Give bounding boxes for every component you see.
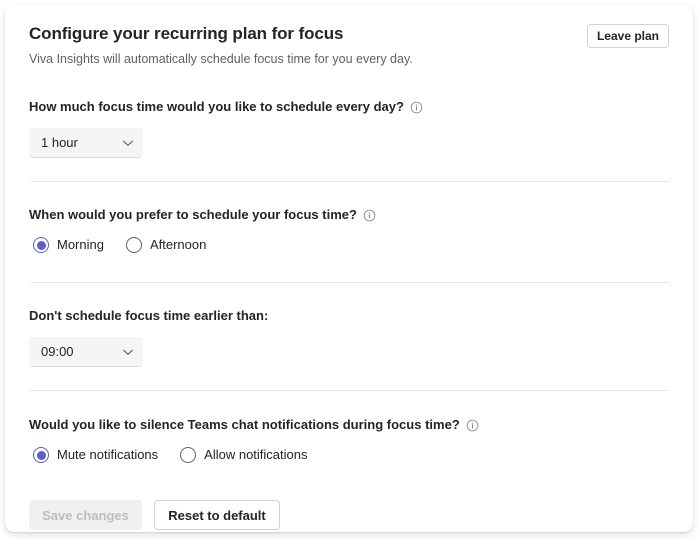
radio-indicator-unselected bbox=[125, 237, 142, 253]
question-label: Don't schedule focus time earlier than: bbox=[29, 308, 269, 323]
question-row: How much focus time would you like to sc… bbox=[29, 98, 669, 116]
page-title: Configure your recurring plan for focus bbox=[29, 24, 344, 43]
radio-option-afternoon[interactable]: Afternoon bbox=[125, 236, 207, 254]
radio-label: Mute notifications bbox=[57, 447, 159, 462]
section-earliest-time: Don't schedule focus time earlier than: … bbox=[29, 307, 669, 367]
earliest-time-value: 09:00 bbox=[41, 344, 74, 359]
question-row: Don't schedule focus time earlier than: bbox=[29, 307, 669, 325]
info-circle-icon[interactable] bbox=[363, 209, 376, 222]
chevron-down-icon bbox=[122, 137, 134, 149]
info-circle-icon[interactable] bbox=[466, 419, 479, 432]
section-divider bbox=[29, 181, 669, 182]
radio-indicator-unselected bbox=[180, 447, 197, 463]
section-divider bbox=[29, 282, 669, 283]
question-row: Would you like to silence Teams chat not… bbox=[29, 416, 669, 434]
question-row: When would you prefer to schedule your f… bbox=[29, 206, 669, 224]
radio-option-mute-notifications[interactable]: Mute notifications bbox=[33, 446, 158, 464]
focus-duration-value: 1 hour bbox=[41, 135, 78, 150]
radio-label: Allow notifications bbox=[204, 447, 308, 462]
card-content: Configure your recurring plan for focus … bbox=[5, 5, 693, 532]
chevron-down-icon bbox=[122, 346, 134, 358]
preferred-time-radio-group: Morning Afternoon bbox=[33, 236, 669, 254]
info-circle-icon[interactable] bbox=[410, 101, 423, 114]
radio-indicator-selected bbox=[33, 237, 49, 253]
section-focus-time-amount: How much focus time would you like to sc… bbox=[29, 98, 669, 158]
page-subtitle: Viva Insights will automatically schedul… bbox=[29, 52, 413, 66]
card-header: Configure your recurring plan for focus … bbox=[29, 5, 669, 68]
section-divider bbox=[29, 390, 669, 391]
earliest-time-dropdown[interactable]: 09:00 bbox=[29, 337, 143, 367]
radio-indicator-selected bbox=[33, 447, 49, 463]
focus-duration-dropdown[interactable]: 1 hour bbox=[29, 128, 143, 158]
save-changes-button[interactable]: Save changes bbox=[29, 500, 142, 530]
section-preferred-time: When would you prefer to schedule your f… bbox=[29, 206, 669, 254]
radio-option-morning[interactable]: Morning bbox=[33, 236, 104, 254]
card-footer: Save changes Reset to default bbox=[29, 500, 669, 530]
radio-label: Afternoon bbox=[149, 237, 207, 252]
radio-label: Morning bbox=[57, 237, 104, 252]
question-label: Would you like to silence Teams chat not… bbox=[29, 417, 460, 432]
radio-option-allow-notifications[interactable]: Allow notifications bbox=[180, 446, 308, 464]
leave-plan-button[interactable]: Leave plan bbox=[586, 24, 669, 48]
section-notifications: Would you like to silence Teams chat not… bbox=[29, 416, 669, 464]
question-label: When would you prefer to schedule your f… bbox=[29, 207, 357, 222]
question-label: How much focus time would you like to sc… bbox=[29, 99, 404, 114]
notifications-radio-group: Mute notifications Allow notifications bbox=[33, 446, 669, 464]
reset-to-default-button[interactable]: Reset to default bbox=[154, 500, 280, 530]
focus-plan-card: Configure your recurring plan for focus … bbox=[5, 5, 693, 532]
